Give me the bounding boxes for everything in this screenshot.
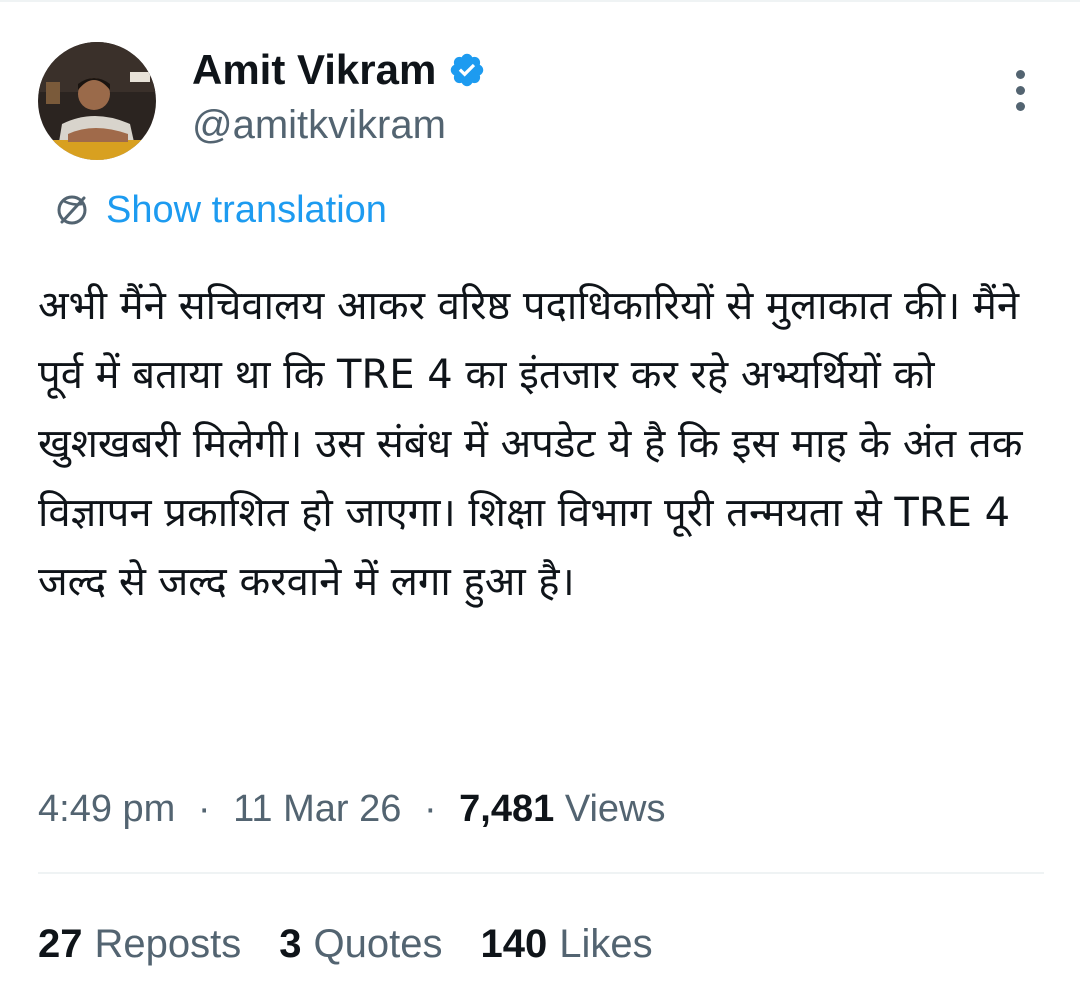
engagement-stats: 27 Reposts 3 Quotes 140 Likes xyxy=(38,918,691,970)
reposts-stat[interactable]: 27 Reposts xyxy=(38,918,241,970)
meta-separator: · xyxy=(197,788,211,830)
quotes-stat[interactable]: 3 Quotes xyxy=(279,918,442,970)
author-handle[interactable]: @amitkvikram xyxy=(192,100,446,150)
likes-label: Likes xyxy=(559,922,653,966)
more-vertical-icon xyxy=(1015,69,1025,79)
author-name[interactable]: Amit Vikram xyxy=(192,44,436,96)
author-name-row[interactable]: Amit Vikram xyxy=(192,44,486,96)
reposts-label: Reposts xyxy=(94,922,242,966)
top-border xyxy=(0,0,1080,2)
likes-count: 140 xyxy=(480,922,548,966)
quotes-count: 3 xyxy=(279,922,302,966)
views-count: 7,481 xyxy=(459,788,555,830)
reposts-count: 27 xyxy=(38,922,83,966)
tweet-text: अभी मैंने सचिवालय आकर वरिष्ठ पदाधिकारियो… xyxy=(38,283,1023,605)
more-options-button[interactable] xyxy=(1000,62,1040,118)
divider xyxy=(38,872,1044,874)
avatar[interactable] xyxy=(38,42,156,160)
show-translation-label[interactable]: Show translation xyxy=(106,186,387,234)
tweet-date[interactable]: 11 Mar 26 xyxy=(233,788,401,830)
tweet-time[interactable]: 4:49 pm xyxy=(38,788,175,830)
quotes-label: Quotes xyxy=(313,922,443,966)
verified-badge-icon[interactable] xyxy=(448,51,486,89)
translate-globe-icon xyxy=(48,186,96,234)
meta-separator: · xyxy=(423,788,437,830)
views-label: Views xyxy=(564,788,666,830)
show-translation-link[interactable]: Show translation xyxy=(48,186,387,234)
likes-stat[interactable]: 140 Likes xyxy=(480,918,652,970)
tweet-meta: 4:49 pm · 11 Mar 26 · 7,481 Views xyxy=(38,784,666,834)
